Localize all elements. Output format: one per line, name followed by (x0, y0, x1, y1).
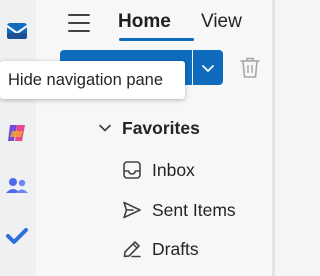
tab-view[interactable]: View (201, 11, 242, 33)
chevron-down-icon (99, 124, 111, 132)
to-do-icon[interactable] (5, 224, 29, 248)
chevron-down-icon (202, 64, 214, 72)
inbox-icon (123, 161, 141, 179)
app-rail (0, 0, 36, 276)
new-mail-options-button[interactable] (193, 50, 223, 85)
delete-trash-icon[interactable] (239, 56, 261, 80)
folder-label: Sent Items (152, 199, 236, 220)
tooltip: Hide navigation pane (0, 61, 185, 99)
pane-divider (272, 0, 275, 276)
folder-inbox[interactable]: Inbox (122, 157, 195, 183)
selected-tab-indicator (119, 38, 194, 41)
folder-label: Drafts (152, 238, 199, 259)
folder-drafts[interactable]: Drafts (122, 236, 199, 262)
navigation-pane: Home View Favorites Inbox Sent Items Dra… (36, 0, 275, 276)
people-icon[interactable] (5, 174, 29, 198)
folder-label: Inbox (152, 159, 195, 180)
folder-sent-items[interactable]: Sent Items (122, 197, 236, 223)
tab-home[interactable]: Home (118, 11, 171, 33)
outlook-mail-icon[interactable] (5, 19, 29, 43)
send-icon (123, 201, 141, 219)
copilot-icon[interactable] (5, 121, 29, 145)
favorites-header[interactable]: Favorites (98, 116, 200, 140)
hamburger-menu-icon[interactable] (68, 13, 90, 33)
favorites-label: Favorites (122, 117, 200, 138)
drafts-pencil-icon (123, 241, 141, 258)
tooltip-text: Hide navigation pane (8, 70, 164, 89)
